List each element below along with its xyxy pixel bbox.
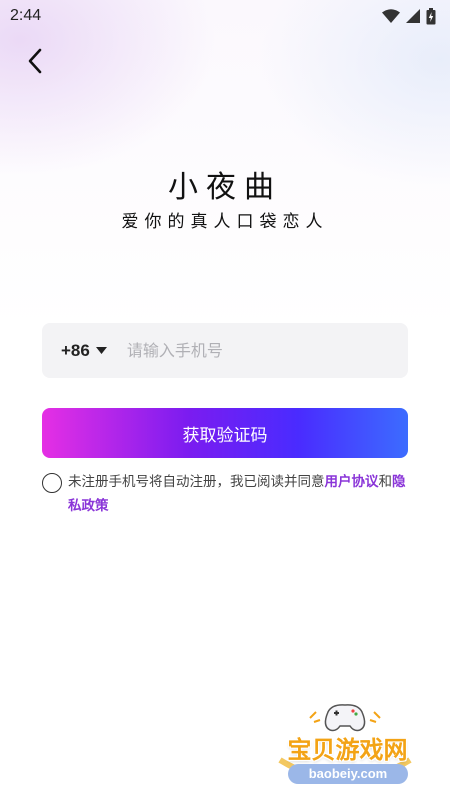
signal-icon	[406, 9, 420, 23]
agreement-row: 未注册手机号将自动注册，我已阅读并同意用户协议和隐私政策	[42, 470, 412, 518]
app-subtitle: 爱你的真人口袋恋人	[121, 212, 329, 232]
watermark-url: baobeiy.com	[288, 764, 408, 784]
agreement-and: 和	[378, 474, 393, 490]
wifi-icon	[382, 9, 400, 23]
country-code: +86	[61, 340, 90, 360]
back-icon	[28, 48, 42, 74]
dropdown-icon	[95, 346, 107, 354]
country-code-selector[interactable]: +86	[61, 341, 107, 361]
status-bar: 2:44	[0, 0, 450, 32]
phone-input[interactable]	[126, 341, 357, 360]
back-button[interactable]	[18, 44, 52, 78]
agreement-statement: 未注册手机号将自动注册，我已阅读并同意	[68, 474, 325, 490]
user-agreement-link[interactable]: 用户协议	[325, 474, 379, 490]
agreement-text: 未注册手机号将自动注册，我已阅读并同意用户协议和隐私政策	[68, 470, 412, 518]
status-icons	[382, 7, 436, 25]
battery-icon	[426, 7, 436, 24]
watermark-text: 宝贝游戏网	[287, 736, 408, 764]
app-title: 小夜曲	[168, 170, 282, 205]
phone-field: +86	[42, 323, 408, 378]
get-code-button[interactable]: 获取验证码	[42, 408, 408, 458]
radio-icon[interactable]	[42, 473, 62, 493]
status-time: 2:44	[10, 7, 42, 24]
watermark-logo: 宝贝游戏网 baobeiy.com	[270, 700, 420, 792]
